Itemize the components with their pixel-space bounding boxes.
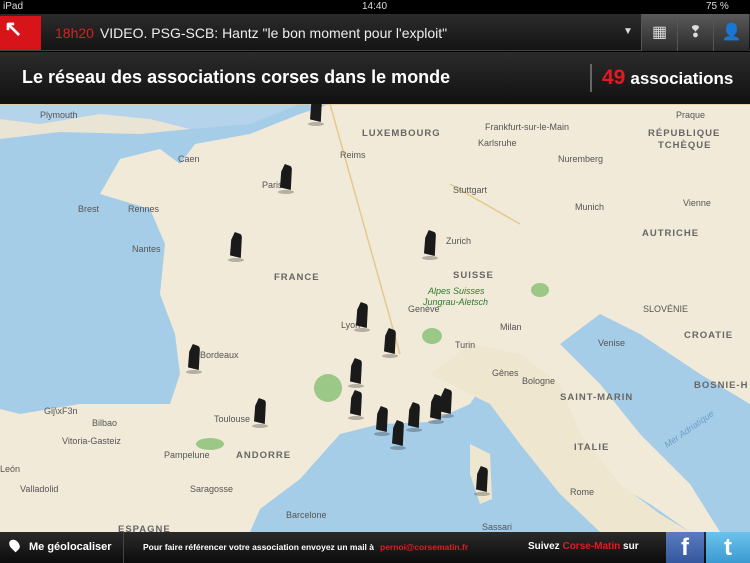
map-marker[interactable] — [390, 420, 406, 450]
map-marker[interactable] — [382, 328, 398, 358]
map-label: Genève — [408, 304, 440, 314]
ticker-dropdown-icon[interactable]: ▼ — [623, 26, 633, 37]
calendar-icon[interactable]: ▦ — [641, 14, 677, 51]
facebook-button[interactable]: f — [666, 532, 704, 563]
map-label: Rennes — [128, 204, 160, 214]
battery: 75 % — [706, 1, 729, 12]
twitter-icon: t — [724, 534, 732, 561]
map-label: Pampelune — [164, 450, 210, 460]
map[interactable]: Plymouth LUXEMBOURG Frankfurt-sur-le-Mai… — [0, 104, 750, 532]
follow-label: Suivez — [528, 541, 560, 552]
map-marker[interactable] — [406, 402, 422, 432]
email-link[interactable]: pernoi@corsematin.fr — [380, 542, 468, 552]
map-marker[interactable] — [228, 232, 244, 262]
map-label: Brest — [78, 204, 100, 214]
clock: 14:40 — [362, 1, 388, 12]
map-label: Gij\xF3n — [44, 406, 78, 416]
map-marker[interactable] — [348, 390, 364, 420]
location-pin-icon — [7, 537, 22, 553]
map-label: Stuttgart — [453, 185, 488, 195]
association-count: 49 associations — [602, 66, 733, 90]
map-label: Rome — [570, 487, 595, 497]
status-bar: iPad 14:40 75 % — [0, 0, 750, 14]
page-header: Le réseau des associations corses dans l… — [0, 52, 750, 104]
map-label: CROATIE — [684, 330, 734, 341]
map-label: Venise — [598, 338, 626, 348]
map-marker[interactable] — [278, 164, 294, 194]
ticker-headline: VIDEO. PSG-SCB: Hantz "le bon moment pou… — [99, 25, 448, 41]
map-label: Zurich — [446, 236, 472, 246]
map-label: Bordeaux — [200, 350, 239, 360]
top-bar: ↖ 18h20 VIDEO. PSG-SCB: Hantz "le bon mom… — [0, 14, 750, 51]
map-background — [0, 104, 750, 532]
divider — [590, 64, 592, 92]
map-label: SLOVÉNIE — [643, 304, 689, 314]
footer-bar: Me géolocaliser Pour faire référencer vo… — [0, 532, 750, 563]
map-label: Gênes — [492, 368, 519, 378]
map-label: Bilbao — [92, 418, 118, 428]
follow-end: sur — [623, 541, 639, 552]
count-label: associations — [630, 69, 734, 88]
map-label: Barcelone — [286, 510, 327, 520]
map-label: Nuremberg — [558, 154, 604, 164]
news-ticker[interactable]: 18h20 VIDEO. PSG-SCB: Hantz "le bon momen… — [55, 25, 447, 41]
count-number: 49 — [602, 66, 626, 89]
map-label: LUXEMBOURG — [362, 128, 441, 139]
twitter-button[interactable]: t — [706, 532, 750, 563]
map-label: Turin — [455, 340, 476, 350]
map-label: Vitoria-Gasteiz — [62, 436, 121, 446]
facebook-icon: f — [681, 534, 689, 561]
map-label: SUISSE — [453, 270, 494, 281]
brand-name: Corse-Matin — [562, 541, 621, 552]
page-title: Le réseau des associations corses dans l… — [22, 67, 451, 87]
alert-icon[interactable]: ❢ — [677, 14, 713, 51]
map-label: FRANCE — [274, 272, 320, 283]
ticker-time: 18h20 — [55, 25, 94, 41]
map-label: Karlsruhe — [478, 138, 517, 148]
map-marker[interactable] — [186, 344, 202, 374]
map-marker[interactable] — [374, 406, 390, 436]
map-label: Nantes — [132, 244, 161, 254]
map-marker[interactable] — [252, 398, 268, 428]
map-label: ANDORRE — [236, 450, 292, 461]
map-marker[interactable] — [474, 466, 490, 496]
map-label: ESPAGNE — [118, 524, 171, 532]
map-label: Caen — [178, 154, 200, 164]
map-label: BOSNIE-H — [694, 380, 749, 391]
map-label: Vienne — [683, 198, 711, 208]
map-label: Alpes Suisses — [428, 286, 485, 296]
map-label: Toulouse — [214, 414, 251, 424]
map-label: RÉPUBLIQUE — [648, 128, 721, 139]
map-label: Sassari — [482, 522, 513, 532]
home-logo-arrow-icon[interactable]: ↖ — [0, 16, 41, 50]
map-marker[interactable] — [308, 104, 324, 126]
map-label: Frankfurt-sur-le-Main — [485, 122, 570, 132]
device-name: iPad — [3, 1, 24, 12]
map-marker[interactable] — [348, 358, 364, 388]
map-label: SAINT-MARIN — [560, 392, 634, 403]
map-label: Valladolid — [20, 484, 59, 494]
geolocate-label: Me géolocaliser — [29, 541, 112, 553]
map-label: AUTRICHE — [642, 228, 700, 239]
map-label: Bologne — [522, 376, 556, 386]
info-text: Pour faire référencer votre association … — [143, 542, 468, 552]
map-label: Plymouth — [40, 110, 78, 120]
map-label: León — [0, 464, 21, 474]
map-label: Reims — [340, 150, 366, 160]
user-icon[interactable]: 👤 — [713, 14, 749, 51]
map-label: Munich — [575, 202, 605, 212]
map-marker[interactable] — [354, 302, 370, 332]
info-label: Pour faire référencer votre association … — [143, 542, 375, 552]
map-marker[interactable] — [422, 230, 438, 260]
map-label: Saragosse — [190, 484, 234, 494]
map-label: TCHÈQUE — [658, 140, 712, 151]
map-label: Milan — [500, 322, 522, 332]
map-marker[interactable] — [438, 388, 454, 418]
map-label: Praque — [676, 110, 706, 120]
geolocate-button[interactable]: Me géolocaliser — [0, 532, 124, 563]
map-label: ITALIE — [574, 442, 610, 453]
follow-text: Suivez Corse-Matin sur — [528, 541, 639, 552]
